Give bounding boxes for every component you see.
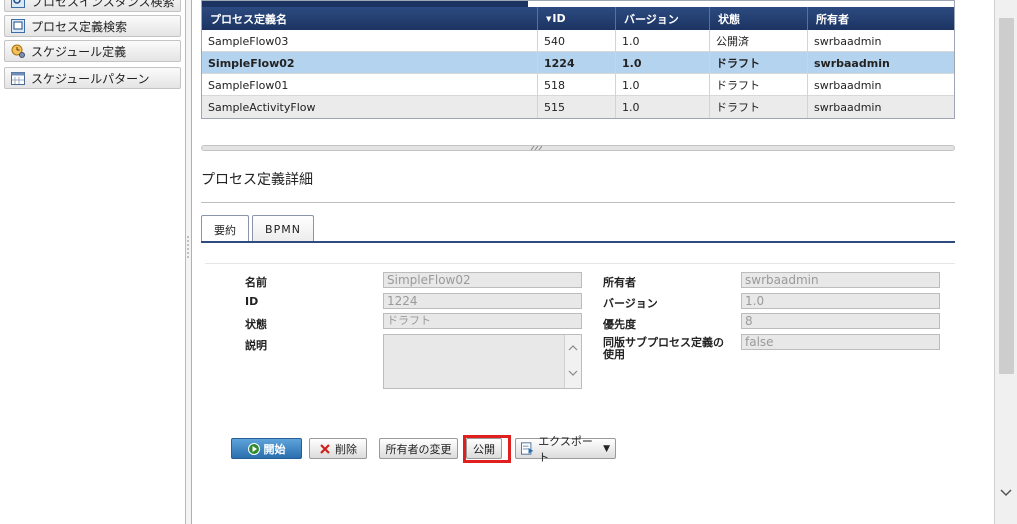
section-title: プロセス定義詳細 (201, 172, 313, 188)
tab-label: 要約 (214, 223, 236, 237)
nav-item-process-definition-search[interactable]: プロセス定義検索 (4, 15, 181, 37)
status-field[interactable]: ドラフト (383, 313, 582, 329)
clock-gear-icon (11, 44, 25, 58)
cell-status: ドラフト (710, 74, 808, 96)
calendar-icon (11, 72, 25, 85)
table-row[interactable]: SampleFlow03 540 1.0 公開済 swrbaadmin (202, 30, 954, 52)
main-content: プロセス定義名 ▼ ID バージョン 状態 所有者 SampleFlow03 54… (193, 0, 994, 524)
version-label: バージョン (603, 297, 658, 310)
cell-owner: swrbaadmin (814, 78, 882, 92)
tab-strip-line (201, 241, 955, 243)
cell-id: 518 (538, 74, 616, 96)
chevron-up-icon (568, 345, 578, 351)
splitter-grip-icon (187, 236, 189, 258)
publish-highlight-box (463, 435, 511, 463)
table-row[interactable]: SampleFlow01 518 1.0 ドラフト swrbaadmin (202, 74, 954, 96)
chevron-down-icon (568, 370, 578, 376)
cell-version: 1.0 (616, 96, 710, 118)
cell-status: ドラフト (710, 96, 808, 118)
column-header-status[interactable]: 状態 (710, 7, 808, 30)
id-label: ID (245, 295, 259, 308)
owner-field[interactable]: swrbaadmin (741, 272, 940, 288)
play-icon (247, 442, 260, 455)
cell-status: 公開済 (710, 30, 808, 52)
priority-label: 優先度 (603, 318, 636, 331)
process-definition-table: プロセス定義名 ▼ ID バージョン 状態 所有者 SampleFlow03 54… (201, 0, 955, 119)
name-field[interactable]: SimpleFlow02 (383, 272, 582, 288)
nav-item-label: スケジュール定義 (31, 44, 127, 59)
version-field[interactable]: 1.0 (741, 293, 940, 309)
cell-name: SampleFlow01 (202, 74, 538, 96)
cell-version: 1.0 (616, 52, 710, 74)
cell-id: 540 (538, 30, 616, 52)
name-label: 名前 (245, 276, 267, 289)
delete-button-label: 削除 (335, 442, 357, 456)
subprocess-field[interactable]: false (741, 334, 940, 350)
nav-item-schedule-definition[interactable]: スケジュール定義 (4, 40, 181, 62)
column-header-id[interactable]: ▼ ID (538, 7, 616, 30)
change-owner-button-label: 所有者の変更 (385, 442, 452, 456)
cell-status: ドラフト (710, 52, 808, 74)
description-textarea[interactable] (383, 334, 582, 389)
nav-item-process-instance-search[interactable]: プロセスインスタンス検索 (4, 0, 181, 12)
id-field[interactable]: 1224 (383, 293, 582, 309)
cell-id: 1224 (538, 52, 616, 74)
export-dropdown-button[interactable]: エクスポート ▼ (515, 435, 616, 464)
search-window-icon (11, 19, 25, 33)
nav-item-label: プロセスインスタンス検索 (31, 0, 175, 9)
column-header-owner[interactable]: 所有者 (808, 7, 954, 30)
dropdown-arrow-icon: ▼ (603, 443, 610, 454)
delete-x-icon (320, 443, 330, 454)
subprocess-label: 同版サブプロセス定義の使用 (603, 336, 724, 361)
export-document-icon (521, 442, 534, 455)
change-owner-button[interactable]: 所有者の変更 (379, 438, 458, 459)
tab-summary[interactable]: 要約 (201, 215, 249, 243)
table-row-selected[interactable]: SimpleFlow02 1224 1.0 ドラフト swrbaadmin (202, 52, 954, 74)
sort-descending-icon: ▼ (546, 14, 552, 23)
cell-name: SampleFlow03 (202, 30, 538, 52)
cell-name: SampleActivityFlow (202, 96, 538, 118)
cell-name: SimpleFlow02 (202, 52, 538, 74)
cell-version: 1.0 (616, 74, 710, 96)
tab-bpmn[interactable]: BPMN (252, 215, 314, 242)
left-navigation: プロセスインスタンス検索 プロセス定義検索 スケジュール定義 スケジュールパター… (0, 0, 186, 524)
page-scrollbar[interactable] (994, 0, 1017, 524)
cell-version: 1.0 (616, 30, 710, 52)
table-row[interactable]: SampleActivityFlow 515 1.0 ドラフト swrbaadm… (202, 96, 954, 118)
search-window-icon (11, 0, 25, 8)
section-divider (201, 202, 955, 203)
cell-owner: swrbaadmin (814, 34, 882, 48)
vertical-splitter[interactable] (186, 0, 192, 524)
description-label: 説明 (245, 339, 267, 352)
nav-item-label: プロセス定義検索 (31, 19, 128, 34)
cell-owner: swrbaadmin (814, 56, 890, 70)
delete-button[interactable]: 削除 (309, 438, 367, 459)
export-button-label: エクスポート (538, 434, 593, 464)
nav-item-label: スケジュールパターン (31, 71, 150, 86)
column-header-name[interactable]: プロセス定義名 (202, 7, 538, 30)
horizontal-splitter[interactable] (201, 145, 955, 151)
owner-label: 所有者 (603, 276, 636, 289)
table-header: プロセス定義名 ▼ ID バージョン 状態 所有者 (202, 7, 954, 30)
start-button[interactable]: 開始 (231, 438, 302, 459)
cell-id: 515 (538, 96, 616, 118)
splitter-grip-icon (530, 146, 542, 150)
tab-label: BPMN (265, 222, 301, 236)
textarea-scrollbar[interactable] (564, 335, 581, 388)
priority-field[interactable]: 8 (741, 313, 940, 329)
status-label: 状態 (245, 318, 267, 331)
column-header-version[interactable]: バージョン (616, 7, 710, 30)
start-button-label: 開始 (263, 442, 286, 456)
scrollbar-thumb[interactable] (999, 18, 1014, 374)
nav-item-schedule-pattern[interactable]: スケジュールパターン (4, 67, 181, 89)
cell-owner: swrbaadmin (814, 100, 882, 114)
chevron-down-icon[interactable] (1000, 489, 1012, 497)
